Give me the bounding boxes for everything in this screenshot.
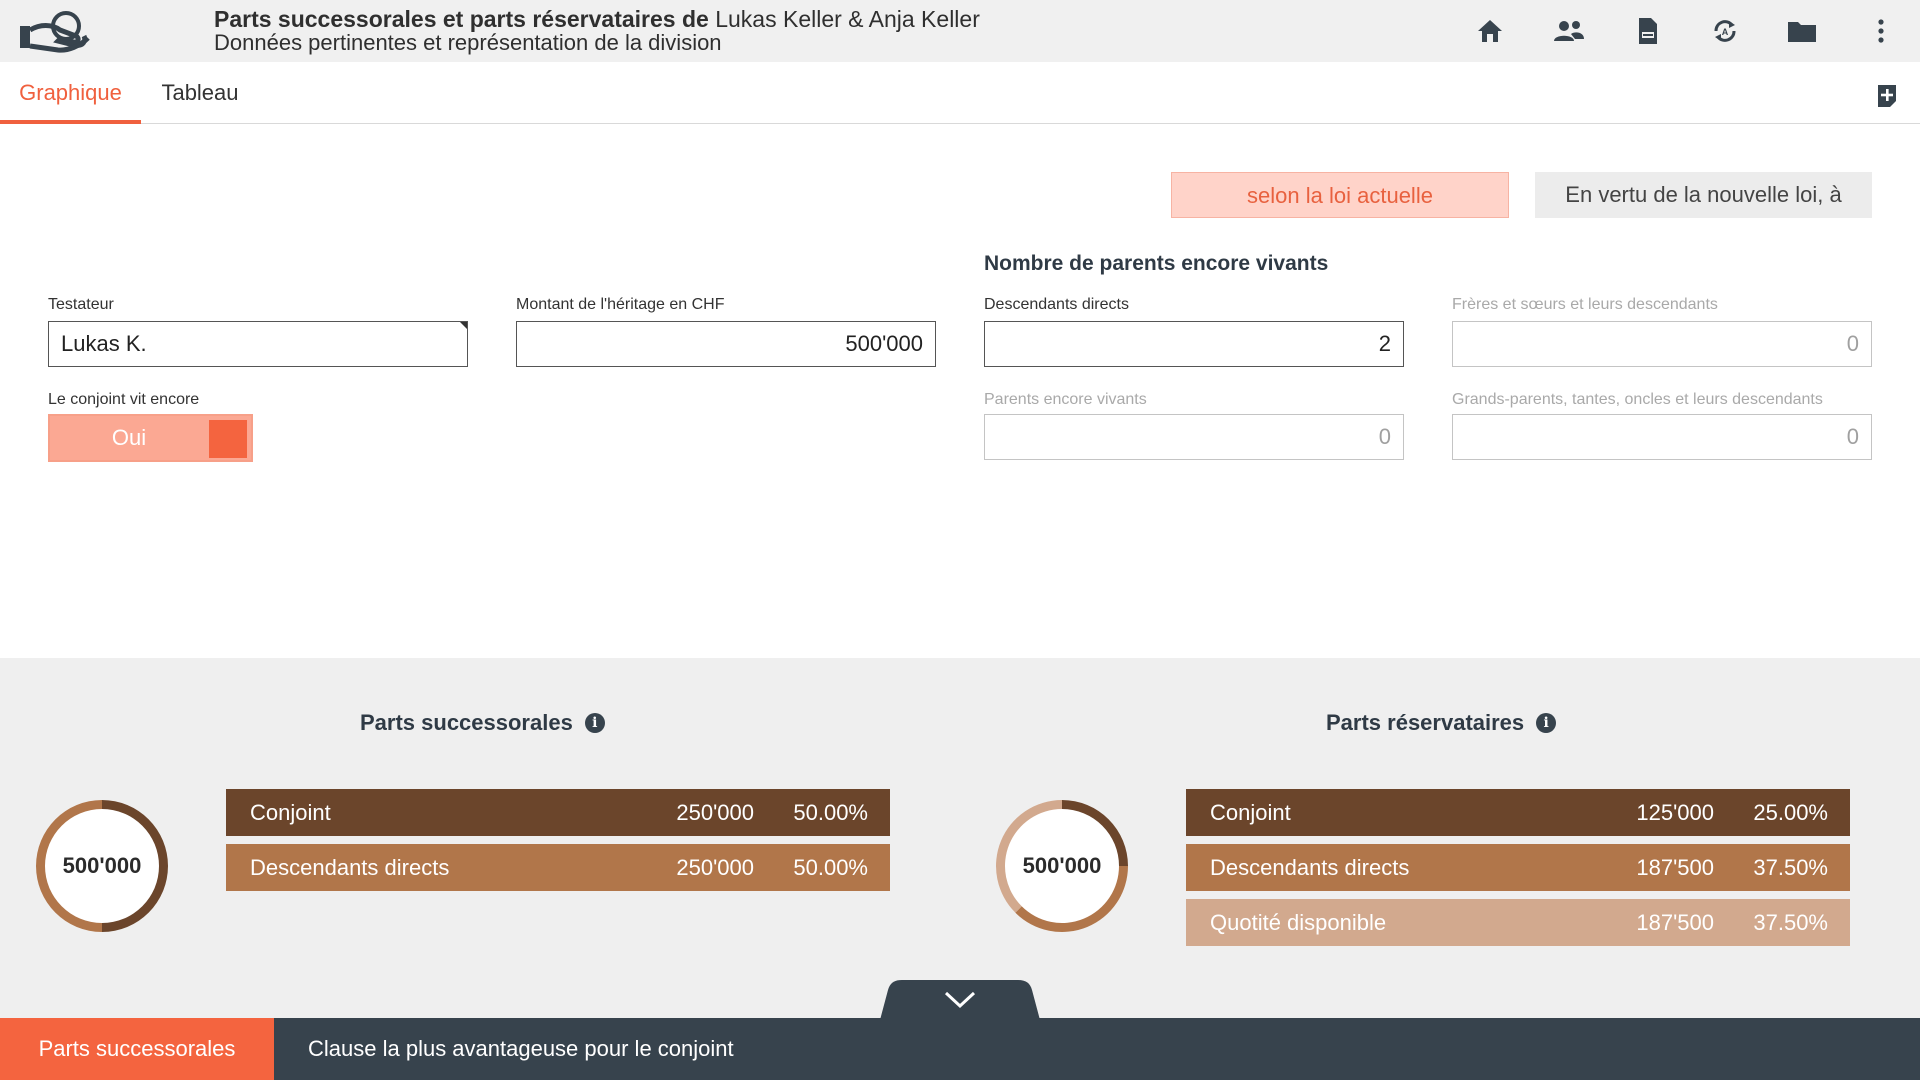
relatives-section-title: Nombre de parents encore vivants: [984, 252, 1329, 275]
conjoint-toggle-label: Oui: [111, 425, 147, 450]
montant-input[interactable]: 500'000: [516, 321, 936, 367]
reservataires-total: 500'000: [1022, 853, 1102, 878]
testateur-value: Lukas K.: [61, 331, 147, 356]
conjoint-label: Le conjoint vit encore: [48, 391, 200, 408]
table-row: Conjoint 125'000 25.00%: [1186, 789, 1850, 836]
freres-label: Frères et sœurs et leurs descendants: [1452, 296, 1718, 313]
app-header: Parts successorales et parts réservatair…: [0, 0, 1920, 62]
table-row: Descendants directs 250'000 50.00%: [226, 844, 890, 891]
toggle-knob: [209, 420, 247, 458]
testateur-label: Testateur: [48, 296, 114, 313]
freres-input: 0: [1452, 321, 1872, 367]
successorales-title: Parts successorales i: [360, 710, 605, 736]
hand-logo-icon[interactable]: [18, 10, 90, 54]
svg-text:A: A: [1722, 27, 1729, 37]
sync-icon[interactable]: A: [1709, 15, 1741, 47]
bottom-nav: Parts successorales Clause la plus avant…: [0, 1018, 1920, 1080]
page-title: Parts successorales et parts réservatair…: [214, 6, 980, 32]
table-row: Descendants directs 187'500 37.50%: [1186, 844, 1850, 891]
montant-label: Montant de l'héritage en CHF: [516, 296, 725, 313]
folder-icon[interactable]: [1786, 15, 1818, 47]
grands-parents-label: Grands-parents, tantes, oncles et leurs …: [1452, 391, 1823, 408]
collapse-panel-button[interactable]: [870, 980, 1050, 1020]
table-row: Conjoint 250'000 50.00%: [226, 789, 890, 836]
tab-clause-avantageuse[interactable]: Clause la plus avantageuse pour le conjo…: [308, 1018, 734, 1080]
current-law-button[interactable]: selon la loi actuelle: [1171, 172, 1509, 218]
parents-label: Parents encore vivants: [984, 391, 1147, 408]
table-row: Quotité disponible 187'500 37.50%: [1186, 899, 1850, 946]
reservataires-title: Parts réservataires i: [1326, 710, 1557, 736]
people-icon[interactable]: [1553, 15, 1585, 47]
info-icon[interactable]: i: [1536, 713, 1557, 733]
testateur-select[interactable]: Lukas K.: [48, 321, 468, 367]
successorales-total: 500'000: [62, 853, 142, 878]
grands-parents-input: 0: [1452, 414, 1872, 460]
header-title-block: Parts successorales et parts réservatair…: [214, 7, 980, 55]
add-note-icon[interactable]: [1876, 84, 1898, 108]
new-law-button[interactable]: En vertu de la nouvelle loi, à: [1535, 172, 1872, 218]
descendants-label: Descendants directs: [984, 296, 1129, 313]
tab-tableau[interactable]: Tableau: [152, 62, 248, 124]
tab-parts-successorales[interactable]: Parts successorales: [0, 1018, 274, 1080]
conjoint-toggle[interactable]: Oui: [48, 414, 253, 462]
dropdown-corner-icon: [460, 322, 467, 329]
page-subtitle: Données pertinentes et représentation de…: [214, 30, 722, 55]
results-panel: Parts successorales i Parts réservataire…: [0, 658, 1920, 1018]
more-vertical-icon[interactable]: [1865, 15, 1897, 47]
descendants-input[interactable]: 2: [984, 321, 1404, 367]
view-tabs: Graphique Tableau: [0, 62, 1920, 124]
home-icon[interactable]: [1474, 15, 1506, 47]
parents-input: 0: [984, 414, 1404, 460]
tab-graphique[interactable]: Graphique: [0, 62, 141, 124]
info-icon[interactable]: i: [584, 713, 605, 733]
document-icon[interactable]: [1632, 15, 1664, 47]
